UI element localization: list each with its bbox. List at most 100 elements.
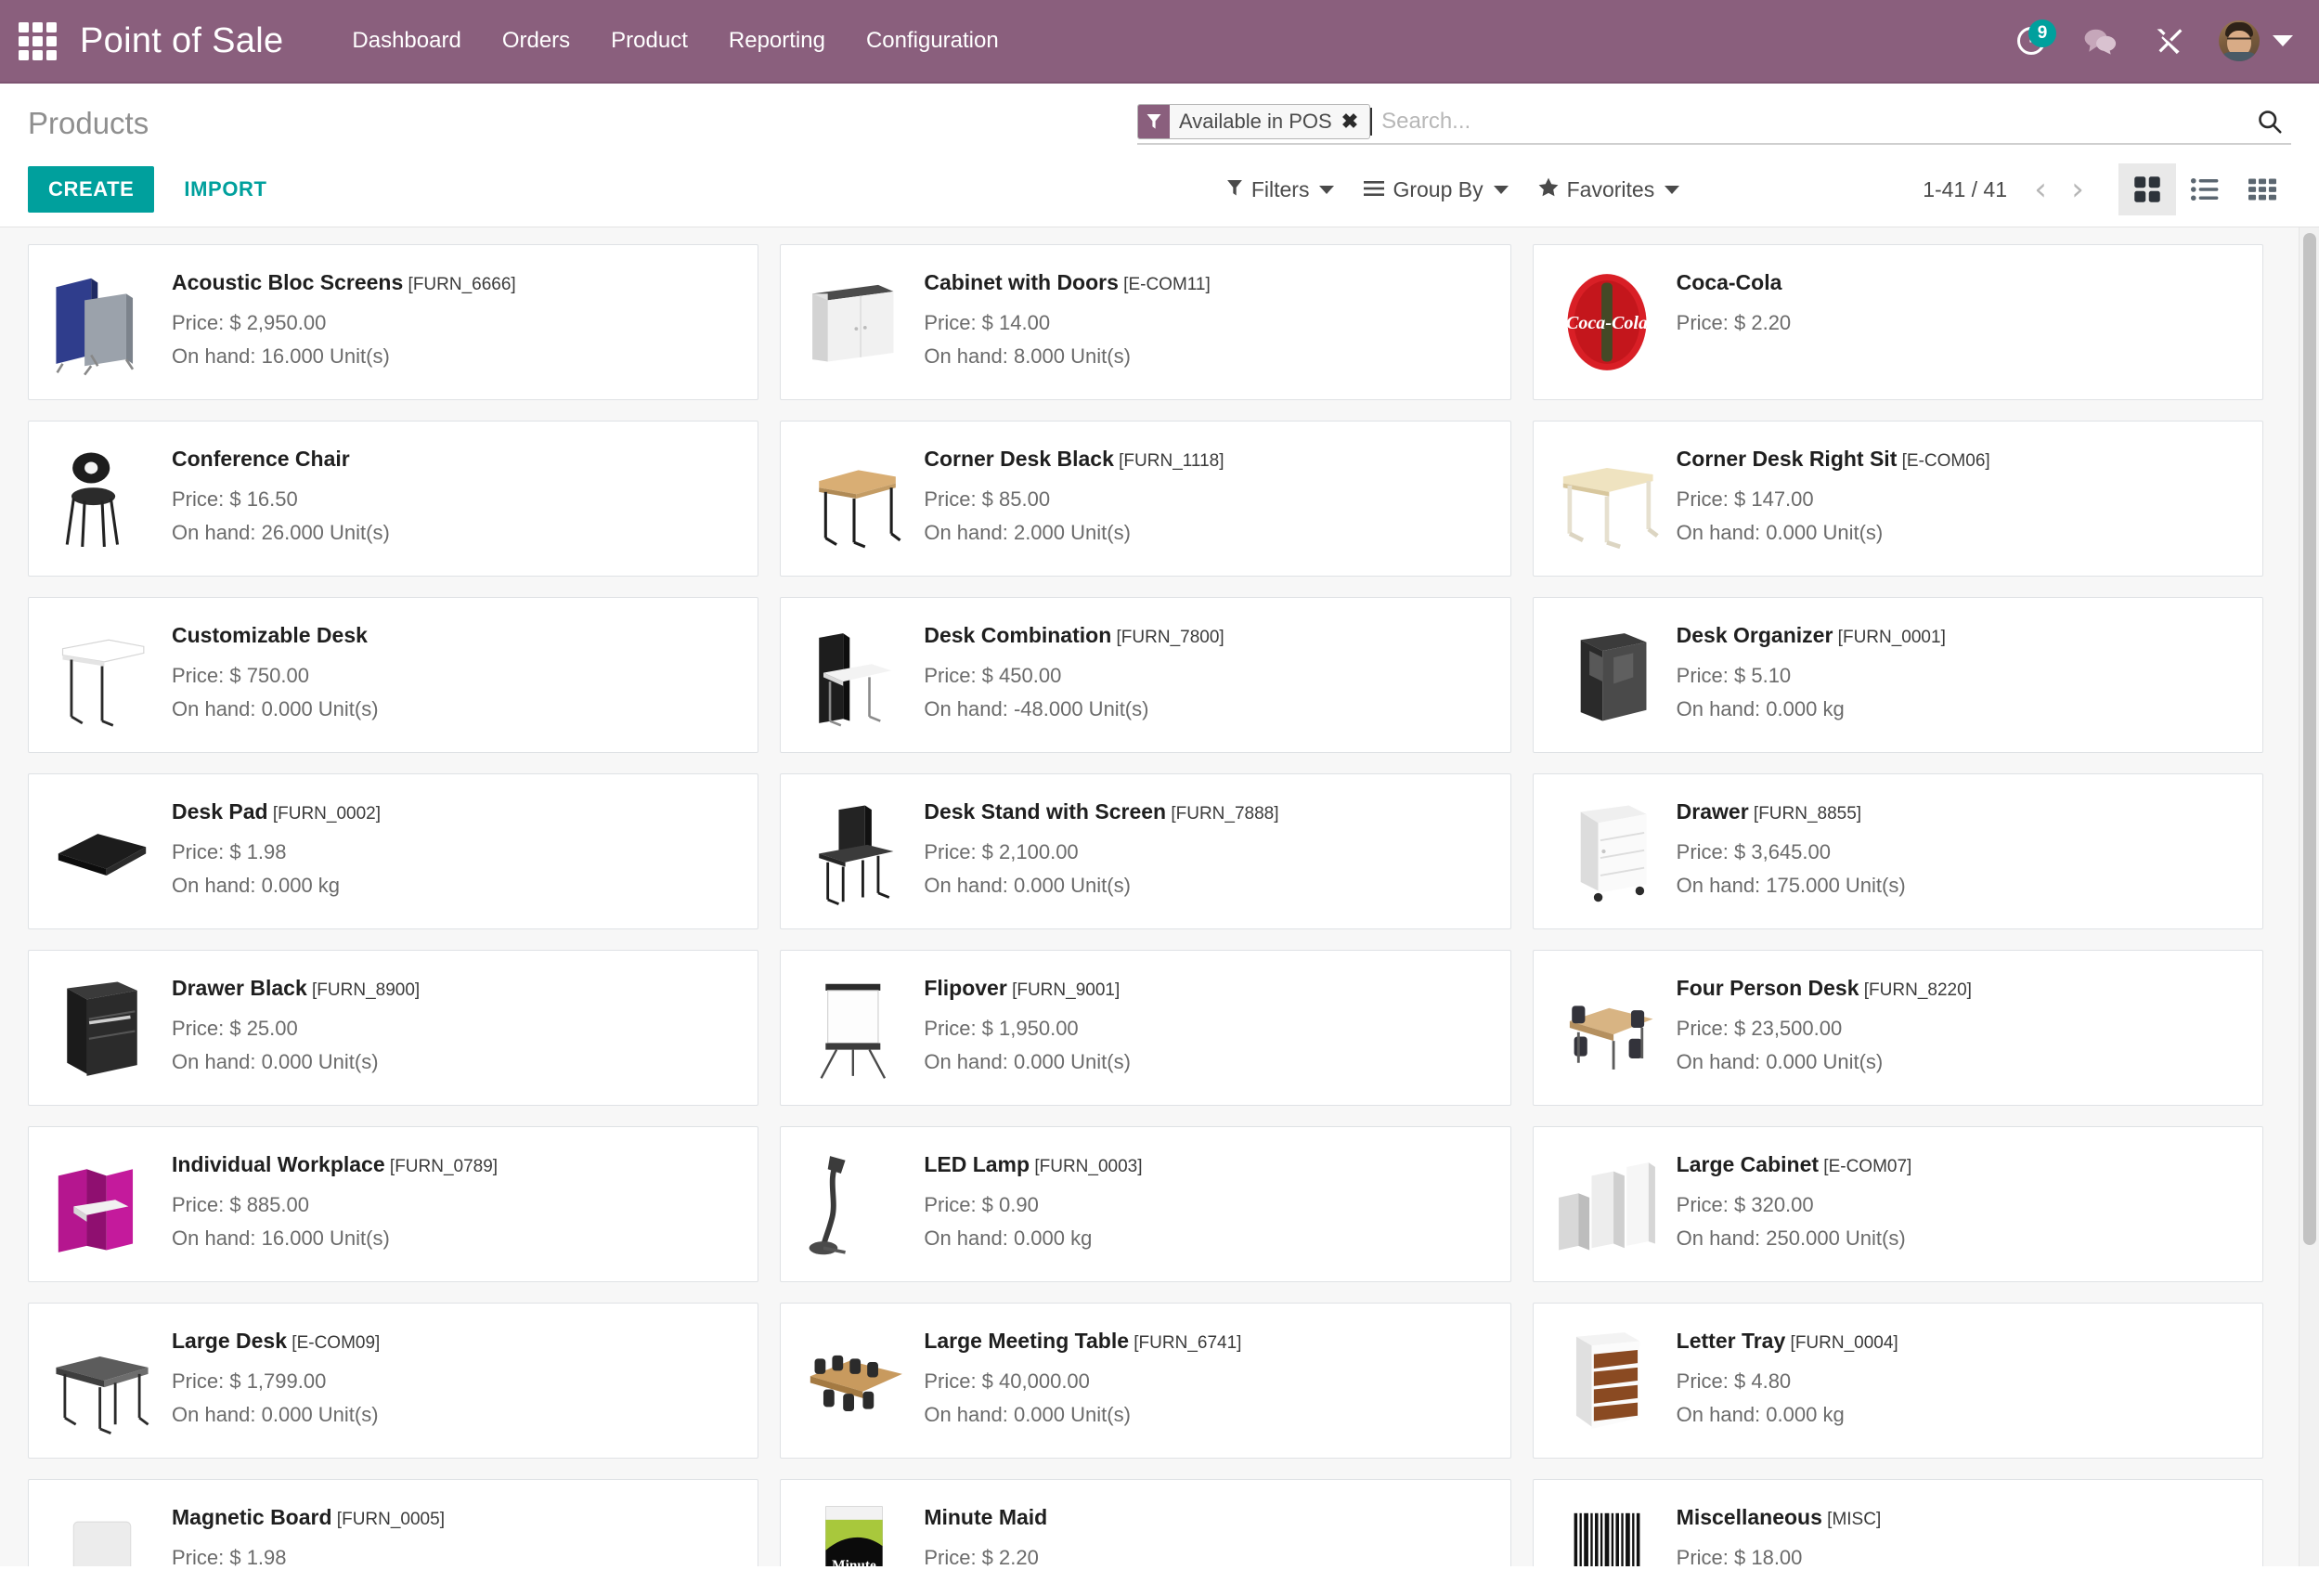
- product-price: Price: $ 450.00: [924, 660, 1224, 691]
- apps-grid-icon[interactable]: [17, 20, 58, 61]
- product-reference-code: [FURN_0003]: [1030, 1157, 1142, 1176]
- kanban-card[interactable]: Desk Organizer [FURN_0001]Price: $ 5.10O…: [1533, 597, 2263, 753]
- import-button[interactable]: IMPORT: [167, 166, 283, 213]
- create-button[interactable]: CREATE: [28, 166, 154, 213]
- wrench-screwdriver-icon[interactable]: [2150, 22, 2187, 59]
- product-details: Drawer [FURN_8855]Price: $ 3,645.00On ha…: [1677, 795, 1906, 903]
- product-image: [1550, 795, 1664, 908]
- kanban-card[interactable]: Letter Tray [FURN_0004]Price: $ 4.80On h…: [1533, 1303, 2263, 1459]
- product-quantity-on-hand: On hand: 26.000 Unit(s): [172, 517, 390, 548]
- kanban-card[interactable]: Drawer Black [FURN_8900]Price: $ 25.00On…: [28, 950, 758, 1106]
- product-price: Price: $ 40,000.00: [924, 1366, 1241, 1396]
- product-reference-code: [MISC]: [1822, 1510, 1881, 1529]
- product-reference-code: [E-COM09]: [287, 1333, 380, 1353]
- kanban-card[interactable]: Desk Combination [FURN_7800]Price: $ 450…: [780, 597, 1510, 753]
- product-quantity-on-hand: On hand: 0.000 Unit(s): [1677, 1046, 1972, 1077]
- activity-count-badge: 9: [2028, 19, 2056, 47]
- product-quantity-on-hand: On hand: 2.000 Unit(s): [924, 517, 1224, 548]
- kanban-view: Acoustic Bloc Screens [FURN_6666]Price: …: [0, 227, 2319, 1566]
- kanban-card[interactable]: Large Cabinet [E-COM07]Price: $ 320.00On…: [1533, 1126, 2263, 1282]
- kanban-card[interactable]: Flipover [FURN_9001]Price: $ 1,950.00On …: [780, 950, 1510, 1106]
- product-reference-code: [FURN_0005]: [332, 1510, 445, 1529]
- kanban-card[interactable]: Large Meeting Table [FURN_6741]Price: $ …: [780, 1303, 1510, 1459]
- nav-item-dashboard[interactable]: Dashboard: [331, 19, 481, 63]
- product-details: Large Desk [E-COM09]Price: $ 1,799.00On …: [172, 1324, 380, 1433]
- kanban-card[interactable]: Desk Stand with Screen [FURN_7888]Price:…: [780, 773, 1510, 929]
- kanban-card[interactable]: Coca-Cola Coca-Cola Price: $ 2.20: [1533, 244, 2263, 400]
- kanban-card[interactable]: Cabinet with Doors [E-COM11]Price: $ 14.…: [780, 244, 1510, 400]
- pager-next-button[interactable]: ›: [2061, 171, 2094, 208]
- nav-item-configuration[interactable]: Configuration: [846, 19, 1019, 63]
- kanban-card[interactable]: Desk Pad [FURN_0002]Price: $ 1.98On hand…: [28, 773, 758, 929]
- vertical-scrollbar[interactable]: [2299, 227, 2319, 1566]
- product-name: Four Person Desk [FURN_8220]: [1677, 975, 1972, 1002]
- search-facet-available-in-pos[interactable]: Available in POS ✖: [1137, 104, 1370, 139]
- product-image: [1550, 618, 1664, 732]
- kanban-card[interactable]: Corner Desk Right Sit [E-COM06]Price: $ …: [1533, 421, 2263, 577]
- product-image: [797, 1324, 911, 1437]
- remove-facet-icon[interactable]: ✖: [1340, 105, 1369, 138]
- product-details: LED Lamp [FURN_0003]Price: $ 0.90On hand…: [924, 1148, 1142, 1256]
- chat-bubbles-icon[interactable]: [2081, 22, 2118, 59]
- group-by-dropdown[interactable]: Group By: [1349, 170, 1522, 210]
- kanban-card[interactable]: Conference ChairPrice: $ 16.50On hand: 2…: [28, 421, 758, 577]
- kanban-card[interactable]: Corner Desk Black [FURN_1118]Price: $ 85…: [780, 421, 1510, 577]
- scrollbar-thumb[interactable]: [2303, 233, 2316, 1245]
- search-dropdown-group: Filters Group By: [1211, 163, 2291, 215]
- kanban-card[interactable]: Acoustic Bloc Screens [FURN_6666]Price: …: [28, 244, 758, 400]
- nav-item-orders[interactable]: Orders: [482, 19, 590, 63]
- product-image: [797, 618, 911, 732]
- kanban-card[interactable]: LED Lamp [FURN_0003]Price: $ 0.90On hand…: [780, 1126, 1510, 1282]
- product-price: Price: $ 2,950.00: [172, 307, 516, 338]
- filters-dropdown[interactable]: Filters: [1211, 170, 1350, 210]
- top-navbar: Point of Sale Dashboard Orders Product R…: [0, 0, 2319, 84]
- product-image: Coca-Cola: [1550, 266, 1664, 379]
- kanban-grid-icon[interactable]: [2118, 163, 2176, 215]
- product-reference-code: [FURN_8220]: [1859, 980, 1972, 1000]
- kanban-card[interactable]: Large Desk [E-COM09]Price: $ 1,799.00On …: [28, 1303, 758, 1459]
- product-name: Customizable Desk: [172, 622, 379, 649]
- product-price: Price: $ 18.00: [1677, 1542, 1882, 1566]
- list-view-icon[interactable]: [2176, 163, 2234, 215]
- nav-item-reporting[interactable]: Reporting: [708, 19, 846, 63]
- kanban-card[interactable]: Magnetic Board [FURN_0005]Price: $ 1.98O…: [28, 1479, 758, 1566]
- chevron-down-icon[interactable]: [2273, 35, 2293, 46]
- product-quantity-on-hand: On hand: 175.000 Unit(s): [1677, 870, 1906, 901]
- product-image: [45, 1148, 159, 1261]
- user-menu[interactable]: [2219, 20, 2293, 61]
- svg-text:Minute: Minute: [832, 1558, 876, 1566]
- product-name: Coca-Cola: [1677, 269, 1792, 296]
- product-image: [45, 971, 159, 1084]
- kanban-card[interactable]: Customizable DeskPrice: $ 750.00On hand:…: [28, 597, 758, 753]
- product-price: Price: $ 85.00: [924, 484, 1224, 514]
- app-brand-title[interactable]: Point of Sale: [80, 21, 283, 61]
- kanban-card[interactable]: MinuteMaidMinute MaidPrice: $ 2.20: [780, 1479, 1510, 1566]
- kanban-card[interactable]: 1 234567 890128Miscellaneous [MISC]Price…: [1533, 1479, 2263, 1566]
- avatar: [2219, 20, 2260, 61]
- kanban-card[interactable]: Individual Workplace [FURN_0789]Price: $…: [28, 1126, 758, 1282]
- product-price: Price: $ 2.20: [1677, 307, 1792, 338]
- product-quantity-on-hand: On hand: 0.000 kg: [924, 1223, 1142, 1253]
- kanban-card[interactable]: Four Person Desk [FURN_8220]Price: $ 23,…: [1533, 950, 2263, 1106]
- chevron-down-icon: [1665, 186, 1679, 194]
- search-input[interactable]: [1372, 104, 2248, 139]
- nav-item-product[interactable]: Product: [590, 19, 708, 63]
- product-reference-code: [E-COM11]: [1119, 275, 1211, 294]
- product-details: Large Meeting Table [FURN_6741]Price: $ …: [924, 1324, 1241, 1433]
- product-price: Price: $ 14.00: [924, 307, 1210, 338]
- product-image: [45, 266, 159, 379]
- product-details: Drawer Black [FURN_8900]Price: $ 25.00On…: [172, 971, 420, 1080]
- product-quantity-on-hand: On hand: 0.000 kg: [1677, 694, 1946, 724]
- kanban-card[interactable]: Drawer [FURN_8855]Price: $ 3,645.00On ha…: [1533, 773, 2263, 929]
- favorites-dropdown[interactable]: Favorites: [1523, 170, 1695, 210]
- pager-previous-button[interactable]: ‹: [2024, 171, 2057, 208]
- magnifier-icon[interactable]: [2248, 104, 2291, 139]
- product-image: [1550, 1148, 1664, 1261]
- product-details: Minute MaidPrice: $ 2.20: [924, 1500, 1047, 1566]
- clock-icon[interactable]: 9: [2013, 22, 2050, 59]
- product-reference-code: [FURN_0001]: [1833, 628, 1945, 647]
- pivot-table-icon[interactable]: [2234, 163, 2291, 215]
- product-details: Corner Desk Right Sit [E-COM06]Price: $ …: [1677, 442, 1990, 551]
- product-reference-code: [E-COM07]: [1819, 1157, 1911, 1176]
- product-name: Corner Desk Right Sit [E-COM06]: [1677, 446, 1990, 473]
